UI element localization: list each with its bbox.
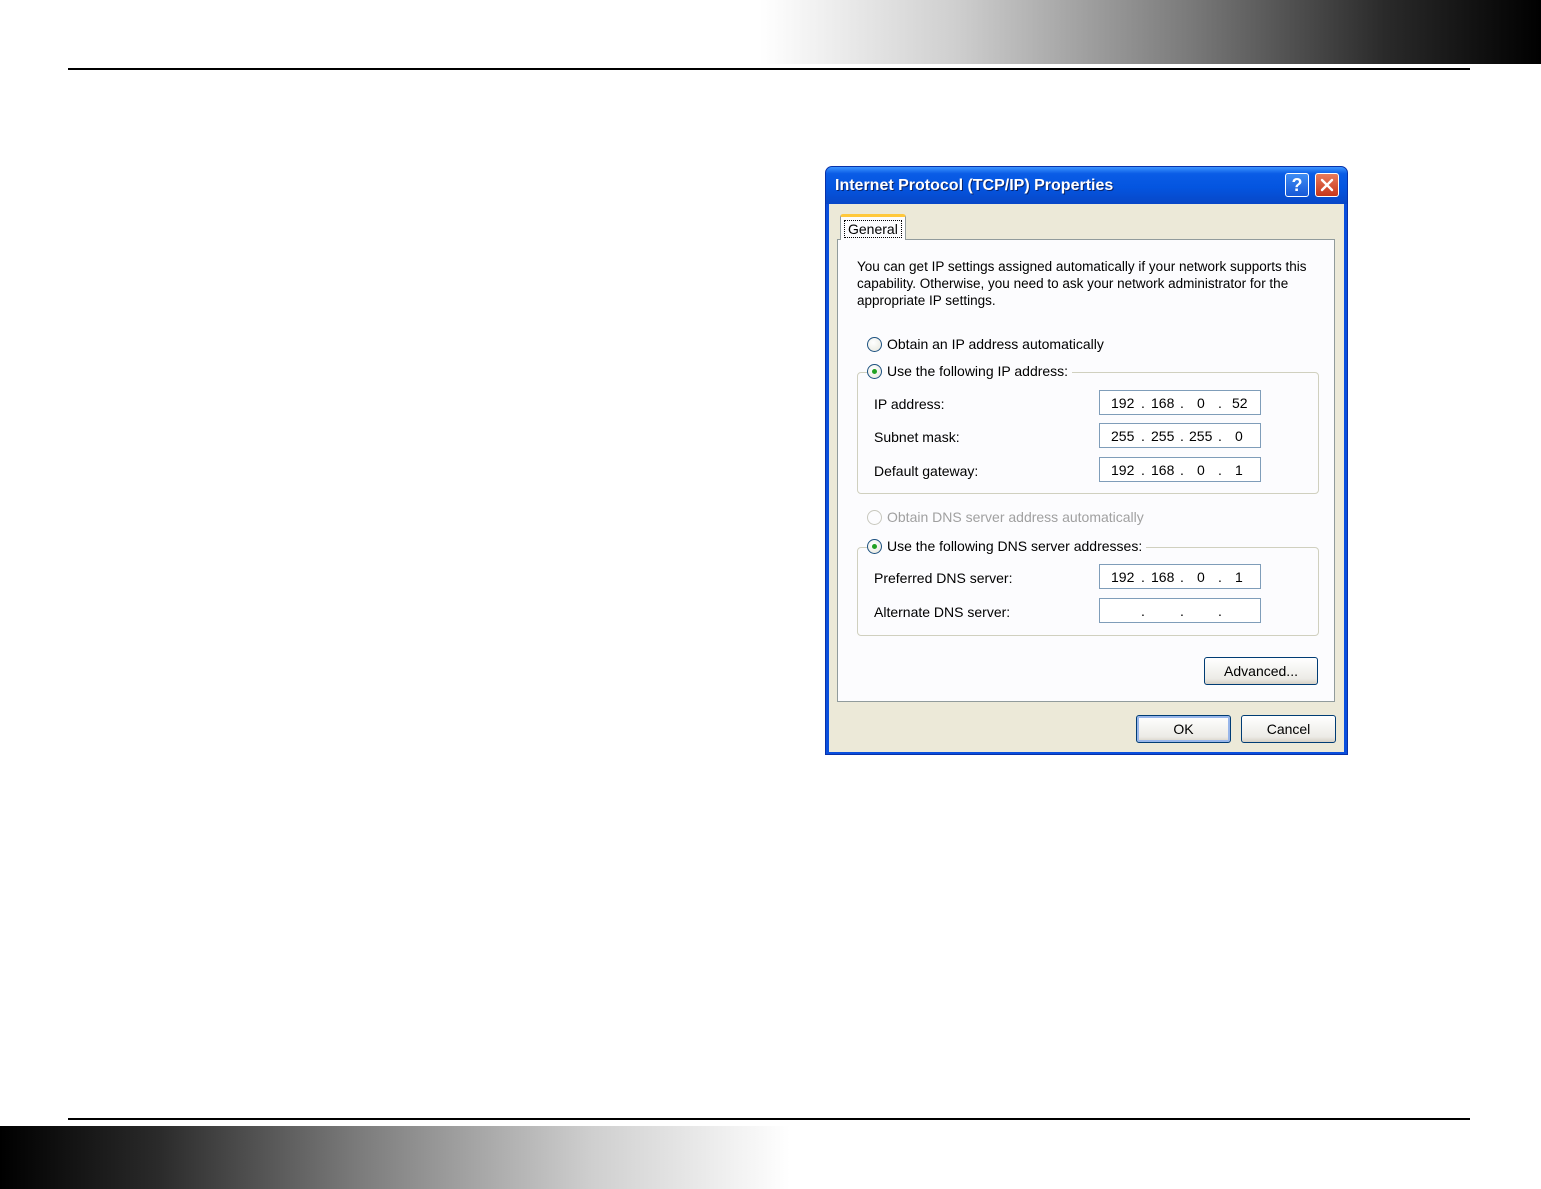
ip-manual-label: Use the following IP address: [887,363,1069,379]
dns-auto-option: Obtain DNS server address automatically [867,509,1148,525]
ip-octet-3: 0 [1197,395,1205,411]
general-tab-panel: You can get IP settings assigned automat… [837,239,1335,702]
tab-general[interactable]: General [840,214,906,240]
gateway-octet-1: 192 [1111,462,1135,478]
footer-rule [68,1118,1470,1120]
alternate-dns-label: Alternate DNS server: [874,604,1011,620]
pdns-octet-3: 0 [1197,569,1205,585]
adns-dot: . [1141,603,1145,619]
dns-manual-option[interactable]: Use the following DNS server addresses: [867,538,1147,554]
subnet-dot: . [1218,428,1222,444]
dns-auto-radio [867,509,882,525]
ip-octet-4: 52 [1232,395,1248,411]
gateway-dot: . [1180,462,1184,478]
subnet-octet-1: 255 [1111,428,1135,444]
gateway-octet-3: 0 [1197,462,1205,478]
alternate-dns-input[interactable]: . . . [1099,598,1261,623]
subnet-octet-2: 255 [1151,428,1175,444]
gateway-dot: . [1141,462,1145,478]
pdns-octet-2: 168 [1151,569,1175,585]
preferred-dns-input[interactable]: 192 . 168 . 0 . 1 [1099,564,1261,589]
pdns-dot: . [1180,569,1184,585]
adns-dot: . [1180,603,1184,619]
default-gateway-label: Default gateway: [874,463,979,479]
ip-octet-1: 192 [1111,395,1135,411]
preferred-dns-label: Preferred DNS server: [874,570,1013,586]
ip-dot: . [1180,395,1184,411]
dialog-title: Internet Protocol (TCP/IP) Properties [835,177,1114,194]
pdns-dot: . [1141,569,1145,585]
footer-gradient-band [0,1126,790,1189]
close-button[interactable] [1315,173,1339,197]
ip-auto-option[interactable]: Obtain an IP address automatically [867,336,1108,352]
ip-auto-radio[interactable] [867,336,882,352]
ip-dot: . [1141,395,1145,411]
subnet-mask-label: Subnet mask: [874,429,960,445]
adns-dot: . [1218,603,1222,619]
tab-general-label: General [844,220,902,238]
dns-manual-radio[interactable] [867,538,882,554]
pdns-octet-4: 1 [1235,569,1243,585]
help-icon: ? [1291,174,1303,195]
default-gateway-input[interactable]: 192 . 168 . 0 . 1 [1099,457,1261,482]
pdns-octet-1: 192 [1111,569,1135,585]
subnet-octet-4: 0 [1235,428,1243,444]
ok-button[interactable]: OK [1136,715,1231,743]
gateway-dot: . [1218,462,1222,478]
subnet-mask-input[interactable]: 255 . 255 . 255 . 0 [1099,423,1261,448]
advanced-button[interactable]: Advanced... [1204,657,1318,685]
close-icon [1320,178,1334,192]
dns-manual-label: Use the following DNS server addresses: [887,538,1143,554]
pdns-dot: . [1218,569,1222,585]
tcpip-properties-dialog: Internet Protocol (TCP/IP) Properties ? … [825,166,1348,755]
ip-dot: . [1218,395,1222,411]
ip-address-input[interactable]: 192 . 168 . 0 . 52 [1099,390,1261,415]
ip-auto-label: Obtain an IP address automatically [887,336,1104,352]
ip-manual-option[interactable]: Use the following IP address: [867,363,1073,379]
dns-auto-label: Obtain DNS server address automatically [887,509,1144,525]
header-gradient-band [760,0,1541,64]
ip-manual-radio[interactable] [867,363,882,379]
header-rule [68,68,1470,70]
gateway-octet-4: 1 [1235,462,1243,478]
subnet-dot: . [1180,428,1184,444]
help-button[interactable]: ? [1285,173,1309,197]
subnet-octet-3: 255 [1189,428,1213,444]
subnet-dot: . [1141,428,1145,444]
dialog-titlebar[interactable]: Internet Protocol (TCP/IP) Properties ? [826,167,1347,204]
ip-octet-2: 168 [1151,395,1175,411]
description-text: You can get IP settings assigned automat… [857,259,1307,308]
gateway-octet-2: 168 [1151,462,1175,478]
cancel-button[interactable]: Cancel [1241,715,1336,743]
ip-address-label: IP address: [874,396,945,412]
dialog-client-area: General You can get IP settings assigned… [829,204,1344,752]
